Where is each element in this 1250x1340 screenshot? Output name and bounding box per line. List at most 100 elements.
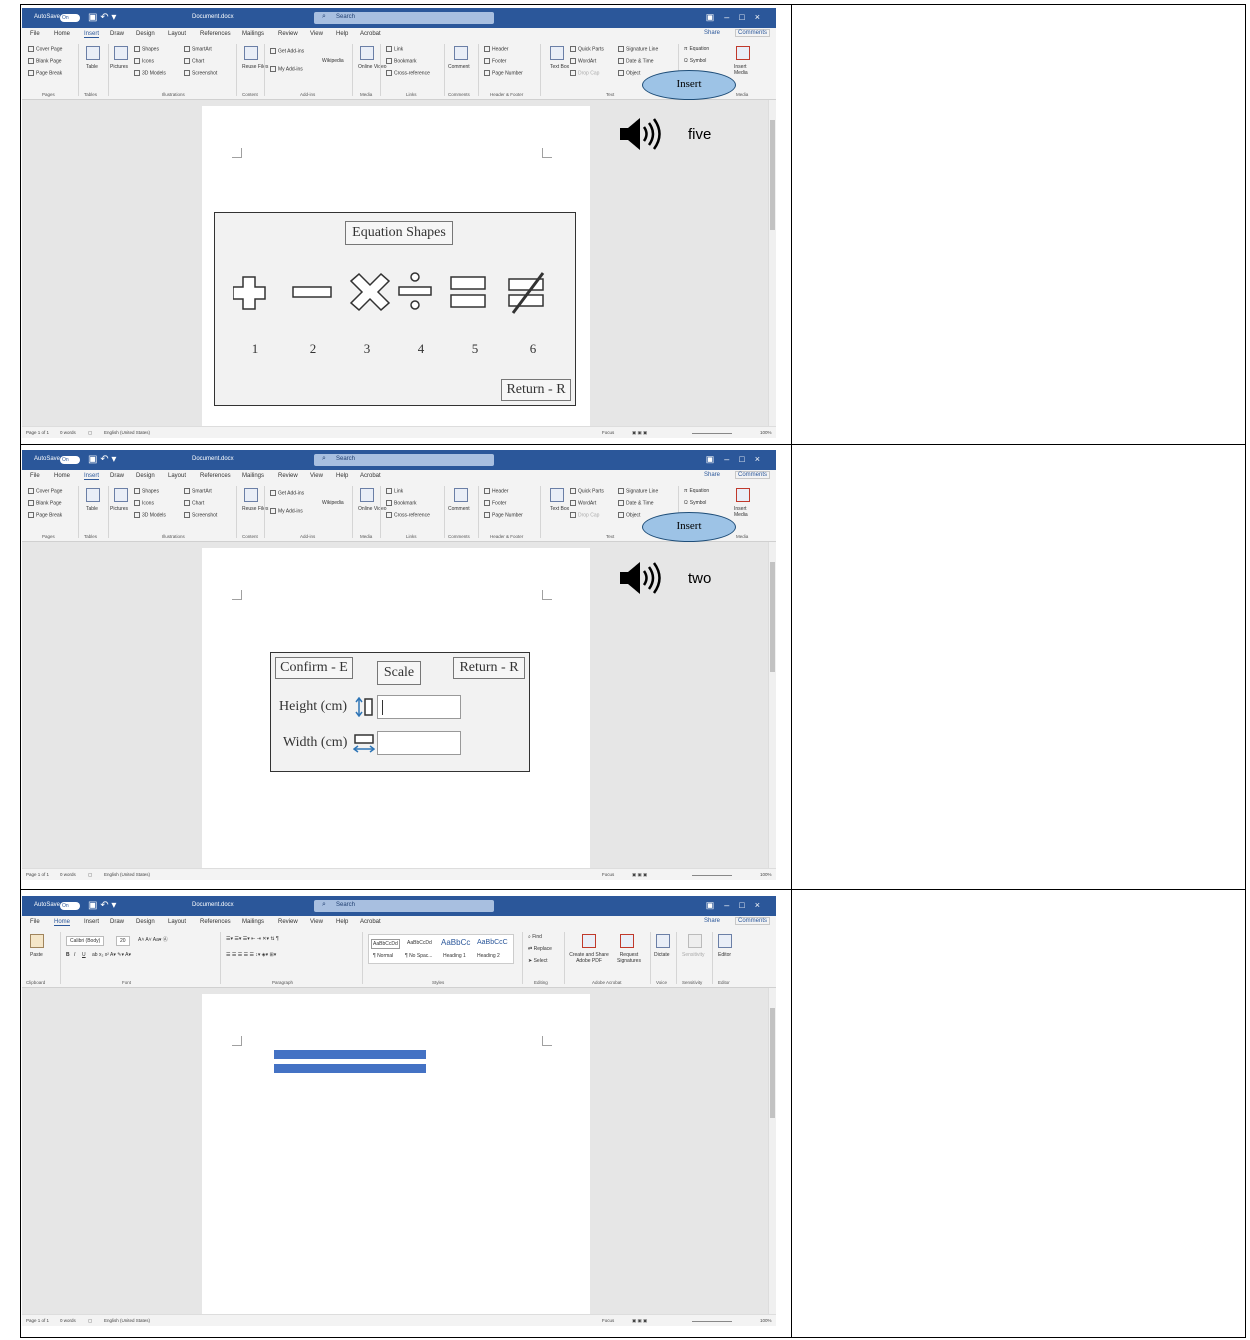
symbol-button[interactable]: Ω Symbol bbox=[684, 58, 706, 64]
confirm-button[interactable]: Confirm - E bbox=[275, 657, 353, 679]
online-video-icon[interactable] bbox=[360, 46, 374, 60]
equation-button[interactable]: π Equation bbox=[684, 488, 709, 494]
return-button[interactable]: Return - R bbox=[501, 379, 571, 401]
search-box[interactable]: Search ⌕ bbox=[314, 12, 494, 24]
focus-button[interactable]: Focus bbox=[602, 430, 614, 435]
paste-button[interactable]: Paste bbox=[30, 952, 43, 958]
focus-button[interactable]: Focus bbox=[602, 872, 614, 877]
language[interactable]: English (United States) bbox=[104, 430, 150, 435]
page-number-button[interactable]: Page Number bbox=[484, 70, 523, 76]
style-nospacing-preview[interactable]: AaBbCcDd bbox=[407, 940, 432, 946]
screenshot-button[interactable]: Screenshot bbox=[184, 512, 217, 518]
view-buttons[interactable]: ▣ ▣ ▣ bbox=[632, 872, 647, 878]
save-icon[interactable]: ▣ ↶ ▾ bbox=[88, 12, 116, 23]
table-icon[interactable] bbox=[86, 488, 100, 502]
editor-button[interactable]: Editor bbox=[718, 952, 731, 958]
signature-line-button[interactable]: Signature Line bbox=[618, 488, 658, 494]
document-page[interactable] bbox=[202, 994, 590, 1324]
menu-references[interactable]: References bbox=[200, 919, 231, 925]
vertical-scrollbar[interactable] bbox=[768, 988, 776, 1314]
comment-icon[interactable] bbox=[454, 488, 468, 502]
zoom-slider[interactable] bbox=[692, 433, 732, 434]
date-time-button[interactable]: Date & Time bbox=[618, 58, 654, 64]
insert-media-icon[interactable] bbox=[736, 46, 750, 60]
get-addins-button[interactable]: Get Add-ins bbox=[270, 490, 304, 496]
signature-line-button[interactable]: Signature Line bbox=[618, 46, 658, 52]
drop-cap-button[interactable]: Drop Cap bbox=[570, 512, 599, 518]
pictures-icon[interactable] bbox=[114, 46, 128, 60]
menu-home[interactable]: Home bbox=[54, 473, 70, 479]
width-input[interactable] bbox=[377, 731, 461, 755]
header-button[interactable]: Header bbox=[484, 488, 508, 494]
height-input[interactable] bbox=[377, 695, 461, 719]
return-button[interactable]: Return - R bbox=[453, 657, 525, 679]
online-video-button[interactable]: Online Video bbox=[358, 506, 387, 512]
search-box[interactable]: Search ⌕ bbox=[314, 900, 494, 912]
menu-help[interactable]: Help bbox=[336, 31, 348, 37]
style-heading1-preview[interactable]: AaBbCc bbox=[441, 938, 470, 947]
menu-insert[interactable]: Insert bbox=[84, 31, 100, 38]
comment-button[interactable]: Comment bbox=[448, 64, 470, 70]
text-box-button[interactable]: Text Box bbox=[550, 506, 569, 512]
menu-mailings[interactable]: Mailings bbox=[242, 919, 264, 925]
menu-mailings[interactable]: Mailings bbox=[242, 473, 264, 479]
menu-help[interactable]: Help bbox=[336, 473, 348, 479]
vertical-scrollbar[interactable] bbox=[768, 100, 776, 426]
zoom-level[interactable]: 100% bbox=[760, 872, 772, 877]
menu-draw[interactable]: Draw bbox=[110, 473, 124, 479]
equal-sign-shape-bottom[interactable] bbox=[274, 1064, 426, 1073]
window-controls[interactable]: ▣–□× bbox=[706, 454, 770, 465]
table-button[interactable]: Table bbox=[86, 64, 98, 70]
chart-button[interactable]: Chart bbox=[184, 500, 204, 506]
list-buttons[interactable]: ☰▾ ☰▾ ☰▾ ⇤ ⇥ ✕▾ ⇅ ¶ bbox=[226, 936, 279, 942]
save-icon[interactable]: ▣ ↶ ▾ bbox=[88, 900, 116, 911]
shapes-button[interactable]: Shapes bbox=[134, 46, 159, 52]
share-button[interactable]: Share bbox=[704, 472, 720, 478]
menu-layout[interactable]: Layout bbox=[168, 473, 186, 479]
blank-page-button[interactable]: Blank Page bbox=[28, 58, 62, 64]
share-button[interactable]: Share bbox=[704, 918, 720, 924]
wordart-button[interactable]: WordArt bbox=[570, 500, 596, 506]
menu-design[interactable]: Design bbox=[136, 919, 155, 925]
shapes-button[interactable]: Shapes bbox=[134, 488, 159, 494]
zoom-slider[interactable] bbox=[692, 1321, 732, 1322]
scroll-thumb[interactable] bbox=[770, 562, 775, 672]
pictures-button[interactable]: Pictures bbox=[110, 506, 128, 512]
font-size-select[interactable]: 20 bbox=[116, 936, 130, 946]
menu-review[interactable]: Review bbox=[278, 473, 298, 479]
menu-mailings[interactable]: Mailings bbox=[242, 31, 264, 37]
editor-pen-icon[interactable] bbox=[718, 934, 732, 948]
comments-button[interactable]: Comments bbox=[734, 471, 770, 479]
grow-shrink-font-icon[interactable]: A˄ A˅ Aa▾ Ⓐ bbox=[138, 936, 168, 943]
table-button[interactable]: Table bbox=[86, 506, 98, 512]
comment-icon[interactable] bbox=[454, 46, 468, 60]
symbol-button[interactable]: Ω Symbol bbox=[684, 500, 706, 506]
scroll-thumb[interactable] bbox=[770, 120, 775, 230]
text-box-button[interactable]: Text Box bbox=[550, 64, 569, 70]
replace-button[interactable]: ⇄ Replace bbox=[528, 946, 552, 952]
menu-help[interactable]: Help bbox=[336, 919, 348, 925]
my-addins-button[interactable]: My Add-ins bbox=[270, 508, 303, 514]
align-buttons[interactable]: ☰ ☰ ☰ ☰ ☰ ↕▾ ◈▾ ⊞▾ bbox=[226, 952, 276, 958]
menu-design[interactable]: Design bbox=[136, 473, 155, 479]
menu-references[interactable]: References bbox=[200, 31, 231, 37]
cross-reference-button[interactable]: Cross-reference bbox=[386, 512, 430, 518]
page-number-button[interactable]: Page Number bbox=[484, 512, 523, 518]
text-box-icon[interactable] bbox=[550, 46, 564, 60]
request-signatures-button[interactable]: Request Signatures bbox=[614, 952, 644, 964]
menu-acrobat[interactable]: Acrobat bbox=[360, 919, 381, 925]
link-button[interactable]: Link bbox=[386, 46, 403, 52]
page-break-button[interactable]: Page Break bbox=[28, 70, 62, 76]
menu-view[interactable]: View bbox=[310, 919, 323, 925]
menu-review[interactable]: Review bbox=[278, 31, 298, 37]
menu-layout[interactable]: Layout bbox=[168, 919, 186, 925]
cover-page-button[interactable]: Cover Page bbox=[28, 46, 62, 52]
insert-media-button[interactable]: Insert Media bbox=[734, 64, 756, 76]
link-button[interactable]: Link bbox=[386, 488, 403, 494]
chart-button[interactable]: Chart bbox=[184, 58, 204, 64]
style-heading2-preview[interactable]: AaBbCcC bbox=[477, 939, 508, 946]
menu-view[interactable]: View bbox=[310, 473, 323, 479]
cross-reference-button[interactable]: Cross-reference bbox=[386, 70, 430, 76]
sensitivity-icon[interactable] bbox=[688, 934, 702, 948]
my-addins-button[interactable]: My Add-ins bbox=[270, 66, 303, 72]
